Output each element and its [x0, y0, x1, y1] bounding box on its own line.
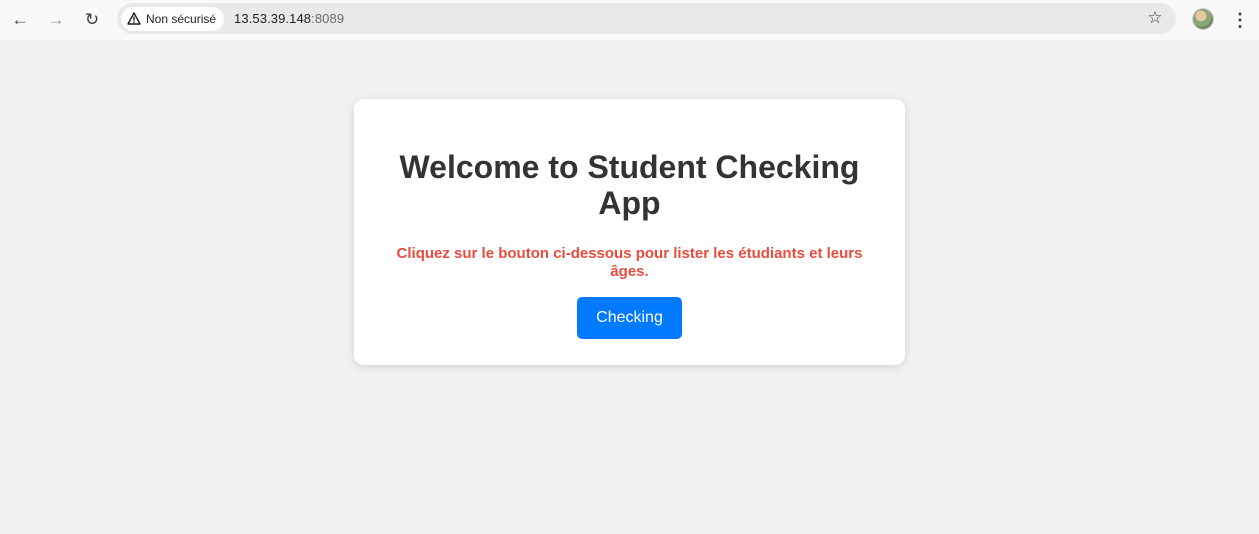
address-bar[interactable]: Non sécurisé 13.53.39.148:8089 ☆ — [117, 3, 1176, 34]
security-chip[interactable]: Non sécurisé — [121, 6, 225, 31]
url-host: 13.53.39.148 — [234, 11, 312, 26]
url-port: :8089 — [311, 11, 345, 26]
url-text[interactable]: 13.53.39.148:8089 — [234, 11, 344, 26]
warning-icon — [127, 12, 141, 25]
kebab-menu-icon[interactable]: ⋮ — [1228, 6, 1252, 34]
instruction-text: Cliquez sur le bouton ci-dessous pour li… — [396, 245, 863, 280]
welcome-card: Welcome to Student Checking App Cliquez … — [354, 99, 905, 365]
security-label: Non sécurisé — [146, 11, 217, 26]
profile-avatar[interactable] — [1192, 8, 1214, 30]
bookmark-star-icon[interactable]: ☆ — [1144, 7, 1166, 29]
forward-icon[interactable]: → — [42, 6, 70, 34]
browser-toolbar: ← → ↻ Non sécurisé 13.53.39.148:8089 ☆ ⋮ — [0, 0, 1259, 40]
back-icon[interactable]: ← — [6, 6, 34, 34]
checking-button[interactable]: Checking — [577, 297, 682, 339]
reload-icon[interactable]: ↻ — [78, 6, 106, 34]
page-title: Welcome to Student Checking App — [399, 149, 860, 221]
